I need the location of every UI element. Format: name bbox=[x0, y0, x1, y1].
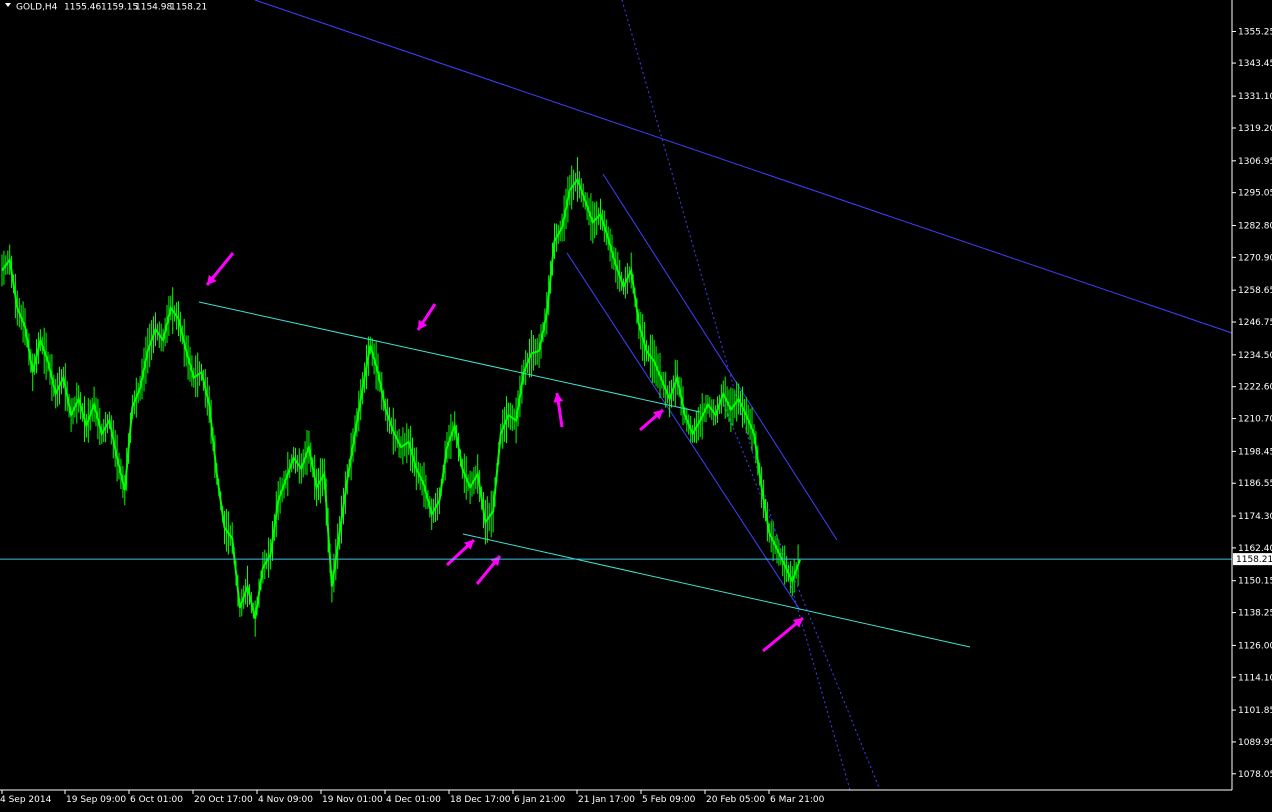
y-tick-label: 1295.05 bbox=[1238, 189, 1272, 199]
plot-background bbox=[0, 0, 1272, 812]
y-tick-label: 1355.25 bbox=[1238, 27, 1272, 37]
y-tick-label: 1162.40 bbox=[1238, 544, 1272, 554]
close-value: 1158.21 bbox=[170, 3, 207, 13]
y-tick-label: 1138.25 bbox=[1238, 609, 1272, 619]
y-tick-label: 1343.45 bbox=[1238, 59, 1272, 69]
low-value: 1154.98 bbox=[135, 3, 172, 13]
price-chart[interactable]: GOLD,H4 1155.46 1159.15 1154.98 1158.21 … bbox=[0, 0, 1272, 812]
high-value: 1159.15 bbox=[101, 3, 138, 13]
x-tick-label: 20 Oct 17:00 bbox=[194, 795, 253, 805]
y-tick-label: 1126.00 bbox=[1238, 641, 1272, 651]
x-tick-label: 6 Mar 21:00 bbox=[770, 795, 825, 805]
x-tick-label: 5 Feb 09:00 bbox=[642, 795, 696, 805]
x-tick-label: 6 Jan 21:00 bbox=[514, 795, 566, 805]
y-tick-label: 1319.20 bbox=[1238, 124, 1272, 134]
y-tick-label: 1150.15 bbox=[1238, 577, 1272, 587]
x-tick-label: 4 Sep 2014 bbox=[0, 795, 52, 805]
y-tick-label: 1246.75 bbox=[1238, 318, 1272, 328]
x-tick-label: 18 Dec 17:00 bbox=[450, 795, 511, 805]
symbol-label: GOLD,H4 bbox=[16, 3, 58, 13]
y-tick-label: 1270.90 bbox=[1238, 253, 1272, 263]
x-tick-label: 21 Jan 17:00 bbox=[578, 795, 635, 805]
y-tick-label: 1101.85 bbox=[1238, 706, 1272, 716]
y-tick-label: 1114.10 bbox=[1238, 673, 1272, 683]
y-tick-label: 1282.80 bbox=[1238, 221, 1272, 231]
x-tick-label: 6 Oct 01:00 bbox=[130, 795, 183, 805]
chart-header: GOLD,H4 1155.46 1159.15 1154.98 1158.21 bbox=[5, 3, 207, 13]
current-price-tag: 1158.21 bbox=[1233, 553, 1272, 566]
y-tick-label: 1306.95 bbox=[1238, 157, 1272, 167]
y-tick-label: 1198.45 bbox=[1238, 447, 1272, 457]
y-tick-label: 1186.55 bbox=[1238, 479, 1272, 489]
x-tick-label: 19 Nov 01:00 bbox=[322, 795, 383, 805]
y-tick-label: 1331.10 bbox=[1238, 92, 1272, 102]
x-tick-label: 19 Sep 09:00 bbox=[66, 795, 126, 805]
y-tick-label: 1089.95 bbox=[1238, 738, 1272, 748]
x-tick-label: 20 Feb 05:00 bbox=[706, 795, 765, 805]
open-value: 1155.46 bbox=[64, 3, 101, 13]
y-tick-label: 1210.70 bbox=[1238, 415, 1272, 425]
x-tick-label: 4 Dec 01:00 bbox=[386, 795, 441, 805]
current-price-value: 1158.21 bbox=[1236, 555, 1272, 565]
y-tick-label: 1258.65 bbox=[1238, 286, 1272, 296]
y-tick-label: 1222.60 bbox=[1238, 383, 1272, 393]
y-tick-label: 1174.30 bbox=[1238, 512, 1272, 522]
x-tick-label: 4 Nov 09:00 bbox=[258, 795, 313, 805]
y-tick-label: 1234.50 bbox=[1238, 351, 1272, 361]
y-tick-label: 1078.05 bbox=[1238, 770, 1272, 780]
